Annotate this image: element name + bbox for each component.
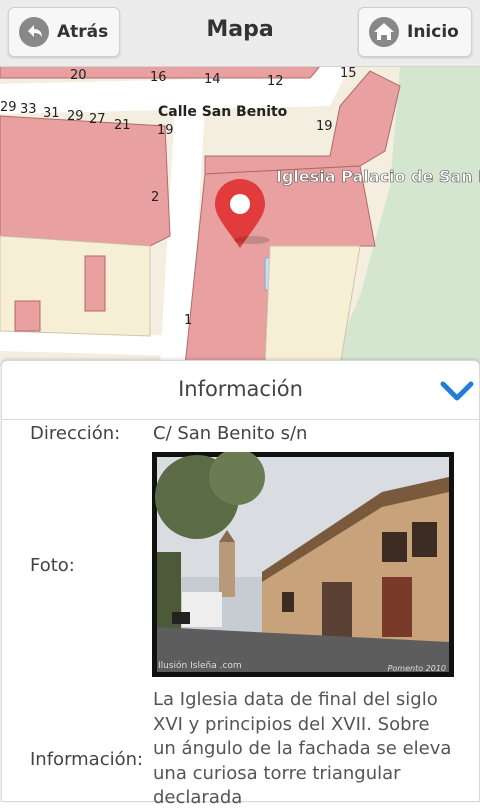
info-panel-header[interactable]: Información: [2, 361, 479, 420]
church-photo[interactable]: Ilusión Isleña .com Pomento 2010: [152, 449, 454, 677]
chevron-down-icon[interactable]: [439, 376, 475, 404]
house-number: 16: [150, 70, 167, 85]
photo-image: [155, 449, 449, 672]
photo-label: Foto:: [30, 555, 75, 576]
address-value: C/ San Benito s/n: [153, 423, 308, 444]
home-icon: [367, 15, 401, 49]
house-number: 20: [70, 68, 87, 83]
house-number: 19: [316, 119, 333, 134]
house-number: 15: [340, 66, 357, 81]
app-header: Atrás Mapa Inicio: [0, 0, 480, 67]
house-number: 12: [267, 74, 284, 89]
map-view[interactable]: Calle San Benito Iglesia Palacio de San …: [0, 66, 480, 366]
description-text: La Iglesia data de final del siglo XVI y…: [153, 689, 452, 808]
info-label: Información:: [30, 749, 144, 770]
home-button[interactable]: Inicio: [358, 7, 472, 57]
house-number: 31: [43, 106, 60, 121]
info-panel-title: Información: [178, 377, 303, 401]
house-number: 14: [204, 72, 221, 87]
address-label: Dirección:: [30, 423, 121, 444]
place-label[interactable]: Iglesia Palacio de San B: [276, 167, 480, 187]
photo-credit: Pomento 2010: [387, 664, 446, 673]
photo-watermark: Ilusión Isleña .com: [158, 661, 242, 671]
house-number: 19: [157, 123, 174, 138]
house-number: 21: [114, 118, 131, 133]
street-label: Calle San Benito: [158, 104, 288, 120]
house-number: 27: [89, 112, 106, 127]
house-number: 2: [151, 190, 160, 205]
house-number: 29: [0, 100, 17, 115]
info-panel: Información Dirección: C/ San Benito s/n…: [1, 360, 480, 808]
house-number: 1: [184, 313, 193, 328]
house-number: 29: [67, 109, 84, 124]
home-label: Inicio: [407, 22, 459, 42]
house-number: 33: [20, 102, 37, 117]
